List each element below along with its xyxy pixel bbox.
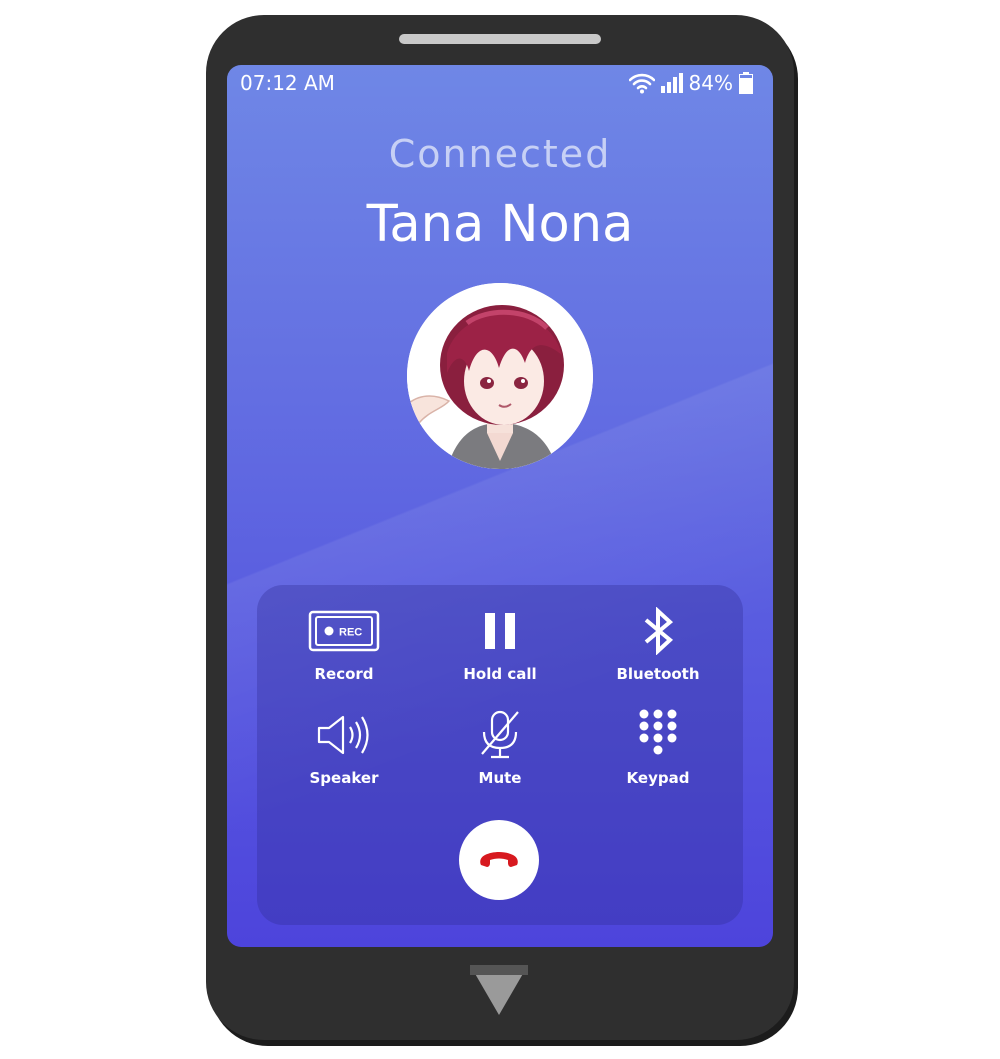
mic-off-icon: [481, 710, 519, 759]
mute-label: Mute: [478, 769, 522, 787]
pause-icon: [485, 613, 515, 649]
battery-percent: 84%: [688, 71, 733, 95]
keypad-button[interactable]: Keypad: [583, 707, 733, 787]
record-label: Record: [314, 665, 374, 683]
bluetooth-icon: [644, 607, 674, 655]
caller-avatar: [407, 283, 593, 469]
bluetooth-button[interactable]: Bluetooth: [583, 603, 733, 683]
end-call-button[interactable]: [459, 820, 539, 900]
speaker-grill: [399, 34, 601, 44]
keypad-icon: [639, 709, 677, 755]
hold-call-button[interactable]: Hold call: [425, 603, 575, 683]
record-icon: REC: [308, 610, 380, 652]
mute-button[interactable]: Mute: [425, 707, 575, 787]
call-controls-panel: REC Record Hold call Bluetooth Speaker M…: [257, 585, 743, 925]
speaker-label: Speaker: [309, 769, 379, 787]
home-button[interactable]: [470, 965, 528, 1015]
call-screen: 07:12 AM 84% Connected Tana Nona REC Rec…: [227, 65, 773, 947]
bluetooth-label: Bluetooth: [616, 665, 700, 683]
speaker-button[interactable]: Speaker: [269, 707, 419, 787]
status-indicators: 84%: [628, 71, 753, 95]
call-status: Connected: [388, 132, 612, 176]
battery-icon: [739, 72, 753, 94]
svg-text:REC: REC: [339, 627, 362, 639]
record-button[interactable]: REC Record: [269, 603, 419, 683]
keypad-label: Keypad: [626, 769, 690, 787]
wifi-icon: [628, 72, 655, 94]
speaker-icon: [317, 715, 369, 755]
phone-frame: 07:12 AM 84% Connected Tana Nona REC Rec…: [206, 15, 794, 1040]
status-time: 07:12 AM: [240, 71, 335, 95]
signal-icon: [660, 73, 683, 93]
caller-name: Tana Nona: [366, 195, 634, 254]
hold-call-label: Hold call: [463, 665, 537, 683]
end-call-icon: [480, 852, 518, 867]
